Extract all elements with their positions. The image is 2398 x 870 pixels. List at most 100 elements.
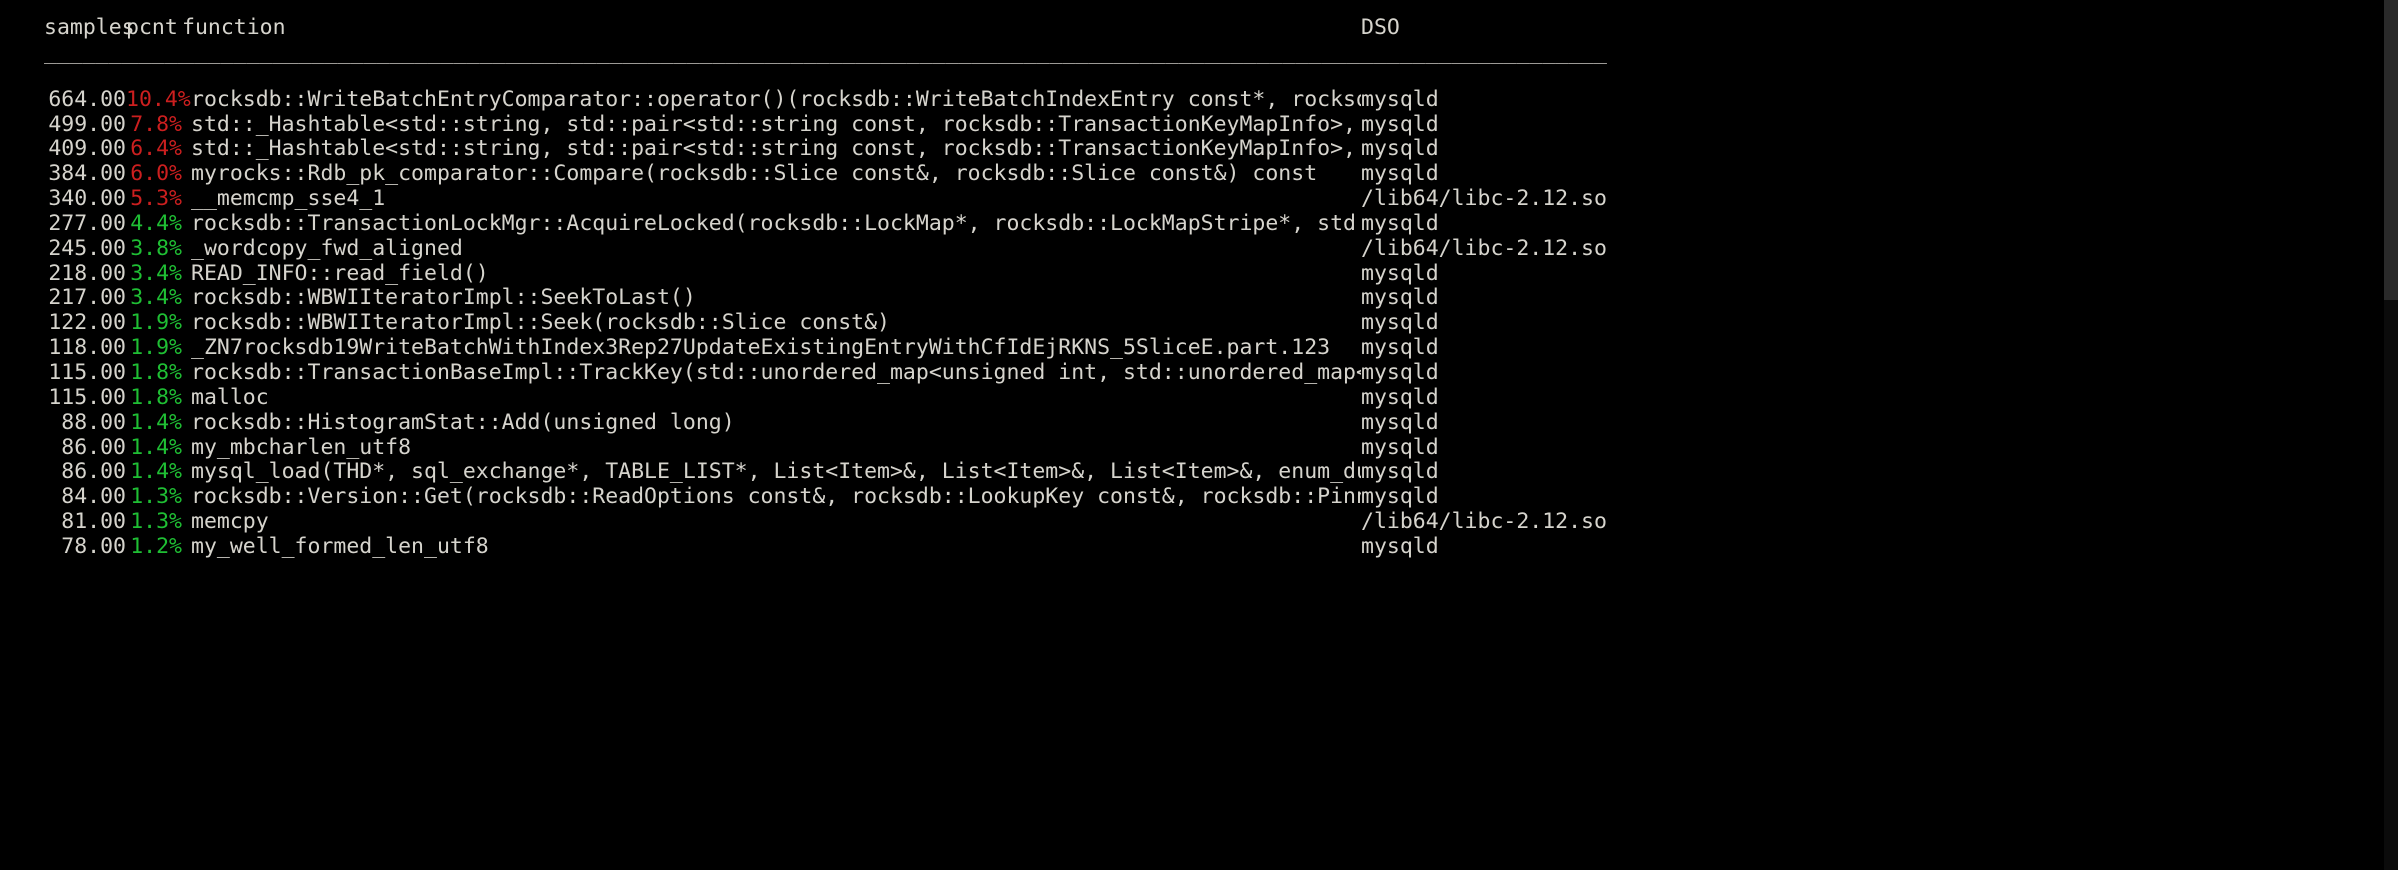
cell-samples: 664.00 — [48, 86, 126, 112]
cell-samples: 118.00 — [48, 335, 126, 361]
cell-function: READ_INFO::read_field() — [191, 261, 489, 286]
cell-gap — [182, 113, 191, 138]
cell-gap — [182, 212, 191, 237]
table-row[interactable]: 78.00 1.2% my_well_formed_len_utf8 mysqld — [0, 533, 2398, 560]
cell-dso: mysqld — [1361, 384, 1439, 410]
cell-function: mysql_load(THD*, sql_exchange*, TABLE_LI… — [191, 460, 1361, 485]
cell-dso: mysqld — [1361, 210, 1439, 236]
table-row[interactable]: 217.00 3.4% rocksdb::WBWIIteratorImpl::Se… — [0, 286, 2398, 311]
cell-function: myrocks::Rdb_pk_comparator::Compare(rock… — [191, 162, 1318, 187]
cell-samples: 88.00 — [61, 409, 126, 435]
cell-pcnt: 7.8% — [130, 111, 182, 137]
table-row[interactable]: 384.00 6.0% myrocks::Rdb_pk_comparator::C… — [0, 161, 2398, 187]
table-row[interactable]: 245.00 3.8% _wordcopy_fwd_aligned/lib64/l… — [0, 235, 2398, 262]
cell-pcnt: 6.0% — [130, 161, 182, 187]
cell-dso: mysqld — [1361, 335, 1439, 361]
row-gutter — [0, 361, 44, 386]
table-row[interactable]: 122.00 1.9% rocksdb::WBWIIteratorImpl::Se… — [0, 310, 2398, 336]
cell-pcnt: 1.4% — [130, 409, 182, 435]
row-gutter — [0, 485, 44, 510]
table-row[interactable]: 277.00 4.4% rocksdb::TransactionLockMgr::… — [0, 210, 2398, 237]
cell-gap — [182, 286, 191, 311]
cell-function: my_well_formed_len_utf8 — [191, 534, 489, 559]
cell-function: rocksdb::HistogramStat::Add(unsigned lon… — [191, 410, 735, 435]
cell-gap — [182, 361, 191, 386]
table-row[interactable]: 409.00 6.4% std::_Hashtable<std::string, … — [0, 137, 2398, 162]
column-header-samples: samples — [44, 15, 135, 40]
row-gutter — [0, 137, 44, 162]
row-gutter — [0, 336, 44, 361]
row-gutter — [0, 212, 44, 237]
header-separator-row: ______ ____ ______________________________… — [0, 41, 2398, 66]
table-row[interactable]: 84.00 1.3% rocksdb::Version::Get(rocksdb:… — [0, 484, 2398, 510]
cell-pcnt: 1.2% — [130, 533, 182, 559]
cell-function: _wordcopy_fwd_aligned — [191, 236, 463, 261]
row-gutter — [0, 311, 44, 336]
row-gutter — [0, 386, 44, 411]
cell-function: rocksdb::WBWIIteratorImpl::Seek(rocksdb:… — [191, 311, 890, 336]
report-rows: 664.0010.4% rocksdb::WriteBatchEntryComp… — [0, 86, 2398, 560]
cell-samples: 115.00 — [48, 384, 126, 410]
cell-dso: mysqld — [1361, 459, 1439, 485]
cell-function: memcpy — [191, 510, 269, 535]
row-gutter — [0, 411, 44, 436]
table-row[interactable]: 115.00 1.8% malloc mysqld — [0, 384, 2398, 411]
table-row[interactable]: 340.00 5.3% __memcmp_sse4_1/lib64/libc-2.… — [0, 186, 2398, 212]
left-gutter-sep — [0, 48, 44, 73]
cell-pcnt: 3.8% — [130, 235, 182, 261]
cell-dso: /lib64/libc-2.12.so — [1361, 235, 1607, 261]
cell-function: rocksdb::TransactionBaseImpl::TrackKey(s… — [191, 360, 1361, 385]
cell-gap — [182, 311, 191, 336]
cell-samples: 78.00 — [61, 533, 126, 559]
cell-pcnt: 4.4% — [130, 210, 182, 236]
cell-pcnt: 1.9% — [130, 310, 182, 336]
cell-samples: 384.00 — [48, 161, 126, 187]
cell-function: malloc — [191, 385, 269, 410]
cell-pcnt: 1.9% — [130, 335, 182, 361]
table-row[interactable]: 118.00 1.9% _ZN7rocksdb19WriteBatchWithIn… — [0, 335, 2398, 361]
table-row[interactable]: 499.00 7.8% std::_Hashtable<std::string, … — [0, 111, 2398, 138]
cell-function: __memcmp_sse4_1 — [191, 187, 386, 212]
row-gutter — [0, 286, 44, 311]
cell-dso: mysqld — [1361, 533, 1439, 559]
table-row[interactable]: 664.0010.4% rocksdb::WriteBatchEntryComp… — [0, 86, 2398, 113]
row-gutter — [0, 510, 44, 535]
table-row[interactable]: 86.00 1.4% my_mbcharlen_utf8 mysqld — [0, 435, 2398, 461]
cell-samples: 84.00 — [61, 484, 126, 510]
cell-function: std::_Hashtable<std::string, std::pair<s… — [191, 112, 1356, 137]
cell-pcnt: 1.3% — [130, 509, 182, 535]
cell-samples: 217.00 — [48, 285, 126, 311]
cell-samples: 86.00 — [61, 459, 126, 485]
row-gutter — [0, 162, 44, 187]
cell-gap — [182, 137, 191, 162]
cell-gap — [182, 187, 191, 212]
cell-gap — [182, 237, 191, 262]
table-row[interactable]: 86.00 1.4% mysql_load(THD*, sql_exchange*… — [0, 459, 2398, 485]
cell-dso: mysqld — [1361, 285, 1439, 311]
scrollbar-thumb[interactable] — [2384, 0, 2398, 300]
scrollbar-track[interactable] — [2384, 0, 2398, 870]
cell-gap — [182, 88, 191, 113]
cell-gap — [182, 386, 191, 411]
column-header-pcnt: pcnt — [126, 15, 178, 40]
cell-dso: mysqld — [1361, 484, 1439, 510]
cell-function: rocksdb::Version::Get(rocksdb::ReadOptio… — [191, 485, 1361, 510]
cell-dso: mysqld — [1361, 359, 1439, 385]
cell-pcnt: 5.3% — [130, 186, 182, 212]
column-header-function: function — [182, 15, 286, 40]
row-gutter — [0, 88, 44, 113]
table-row[interactable]: 115.00 1.8% rocksdb::TransactionBaseImpl:… — [0, 359, 2398, 386]
cell-gap — [182, 535, 191, 560]
cell-samples: 115.00 — [48, 359, 126, 385]
perf-report-terminal: samplespcnt function DSO ______ ____ _______… — [0, 0, 2398, 870]
cell-dso: /lib64/libc-2.12.so — [1361, 509, 1607, 535]
cell-function: my_mbcharlen_utf8 — [191, 435, 412, 460]
table-row[interactable]: 81.00 1.3% memcpy/lib64/libc-2.12.so — [0, 509, 2398, 535]
cell-function: _ZN7rocksdb19WriteBatchWithIndex3Rep27Up… — [191, 336, 1331, 361]
cell-pcnt: 3.4% — [130, 285, 182, 311]
cell-samples: 277.00 — [48, 210, 126, 236]
row-gutter — [0, 187, 44, 212]
table-row[interactable]: 88.00 1.4% rocksdb::HistogramStat::Add(un… — [0, 409, 2398, 436]
table-row[interactable]: 218.00 3.4% READ_INFO::read_field() mysqld — [0, 261, 2398, 287]
cell-gap — [182, 485, 191, 510]
